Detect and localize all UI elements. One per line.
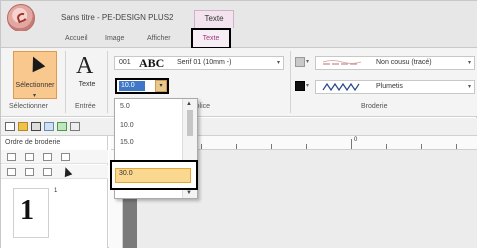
panel-toolbar-bottom (1, 165, 108, 179)
save-icon[interactable] (31, 122, 41, 131)
ruler-tick (271, 144, 272, 149)
ruler-tick (421, 144, 422, 149)
chevron-down-icon: ▾ (33, 93, 37, 99)
ruler-tick (306, 144, 307, 149)
group-divider (290, 51, 291, 113)
text-size-select[interactable]: 10.0 ▾ (115, 78, 169, 94)
ruler-tick (236, 144, 237, 149)
ruler-tick (386, 144, 387, 149)
app-menu-button[interactable] (7, 4, 35, 32)
group-label-select: Sélectionner (9, 103, 48, 110)
zoom-icon[interactable] (44, 122, 54, 131)
window-title: Sans titre - PE-DESIGN PLUS2 (61, 13, 174, 22)
outline-stitch-row: ▾ Non cousu (tracé) ▾ (295, 56, 477, 70)
tab-texte[interactable]: Texte (191, 28, 231, 49)
ruler-tick (456, 144, 457, 149)
font-name: Serif 01 (10mm -) (177, 59, 232, 66)
ribbon-tab-strip: Accueil Image Afficher (1, 31, 477, 48)
chevron-down-icon: ▾ (467, 60, 471, 66)
pointer-icon[interactable] (61, 165, 73, 178)
outline-stitch-select[interactable]: Non cousu (tracé) ▾ (315, 56, 475, 70)
move-icon[interactable] (43, 153, 52, 161)
fill-stitch-select[interactable]: Plumetis ▾ (315, 80, 475, 94)
size-option[interactable]: 15.0 (120, 139, 134, 146)
fill-stitch-row: ▾ Plumetis ▾ (295, 80, 477, 94)
image-icon[interactable] (57, 122, 67, 131)
chevron-down-icon: ▾ (306, 59, 310, 65)
scroll-up-icon[interactable]: ▲ (186, 101, 192, 107)
chevron-down-icon: ▾ (467, 84, 471, 90)
satin-stitch-icon (322, 82, 360, 92)
tab-accueil[interactable]: Accueil (65, 35, 88, 42)
thumbnail-number: 1 (20, 195, 34, 226)
panel-toolbar-top (1, 150, 108, 164)
text-a-icon: A (76, 53, 94, 79)
move-up-icon[interactable] (7, 168, 16, 176)
select-button[interactable]: Sélectionner ▾ (13, 51, 57, 99)
window-icon[interactable] (70, 122, 80, 131)
ribbon: Sélectionner ▾ A Texte Sélectionner Entr… (1, 48, 477, 117)
chevron-down-icon[interactable]: ▾ (155, 80, 167, 92)
group-label-broderie: Broderie (361, 103, 388, 110)
outline-stitch-label: Non cousu (tracé) (376, 59, 432, 66)
group-icon[interactable] (25, 168, 34, 176)
embroidery-thumbnail[interactable]: 1 1 (13, 188, 57, 238)
size-option-highlighted-label: 30.0 (119, 170, 133, 177)
fill-stitch-label: Plumetis (376, 83, 403, 90)
tab-image[interactable]: Image (105, 35, 124, 42)
font-select[interactable]: 001 ABC Serif 01 (10mm -) ▾ (114, 56, 284, 70)
scroll-thumb[interactable] (187, 110, 193, 136)
size-option[interactable]: 5.0 (120, 103, 130, 110)
tab-afficher[interactable]: Afficher (147, 35, 171, 42)
font-number: 001 (119, 59, 131, 66)
ruler-zero-label: 0 (354, 137, 358, 143)
chevron-down-icon: ▾ (276, 60, 280, 66)
context-tab-group-title: Texte (194, 10, 234, 28)
ungroup-icon[interactable] (43, 168, 52, 176)
size-option-highlighted[interactable]: 30.0 (110, 160, 198, 190)
color-order-icon[interactable] (25, 153, 34, 161)
title-bar: Sans titre - PE-DESIGN PLUS2 Texte (1, 1, 477, 32)
app-window: Sans titre - PE-DESIGN PLUS2 Texte Accue… (0, 0, 477, 248)
text-button[interactable]: A Texte (73, 51, 101, 99)
panel-title: Ordre de broderie (5, 139, 61, 146)
group-divider (107, 51, 108, 113)
ruler-tick-major (351, 139, 352, 149)
scroll-down-icon[interactable]: ▼ (186, 190, 192, 196)
embroidery-order-panel: Ordre de broderie 1 1 (1, 136, 108, 248)
grid-icon[interactable] (7, 153, 16, 161)
ruler-tick (201, 144, 202, 149)
running-stitch-icon (322, 60, 362, 65)
app-logo-icon (15, 11, 29, 24)
text-size-value[interactable]: 10.0 (119, 81, 145, 91)
fill-color-swatch[interactable] (295, 81, 305, 91)
size-option[interactable]: 10.0 (120, 122, 134, 129)
quick-toolbar (1, 118, 477, 136)
group-divider (65, 51, 66, 113)
split-icon[interactable] (61, 153, 70, 161)
chevron-down-icon: ▾ (306, 83, 310, 89)
pointer-icon (26, 53, 46, 73)
outline-color-swatch[interactable] (295, 57, 305, 67)
thumbnail-index: 1 (54, 188, 58, 194)
open-folder-icon[interactable] (18, 122, 28, 131)
group-label-entree: Entrée (75, 103, 96, 110)
select-button-label: Sélectionner (15, 82, 55, 89)
new-file-icon[interactable] (5, 122, 15, 131)
font-preview: ABC (139, 56, 165, 70)
text-button-label: Texte (78, 81, 96, 88)
